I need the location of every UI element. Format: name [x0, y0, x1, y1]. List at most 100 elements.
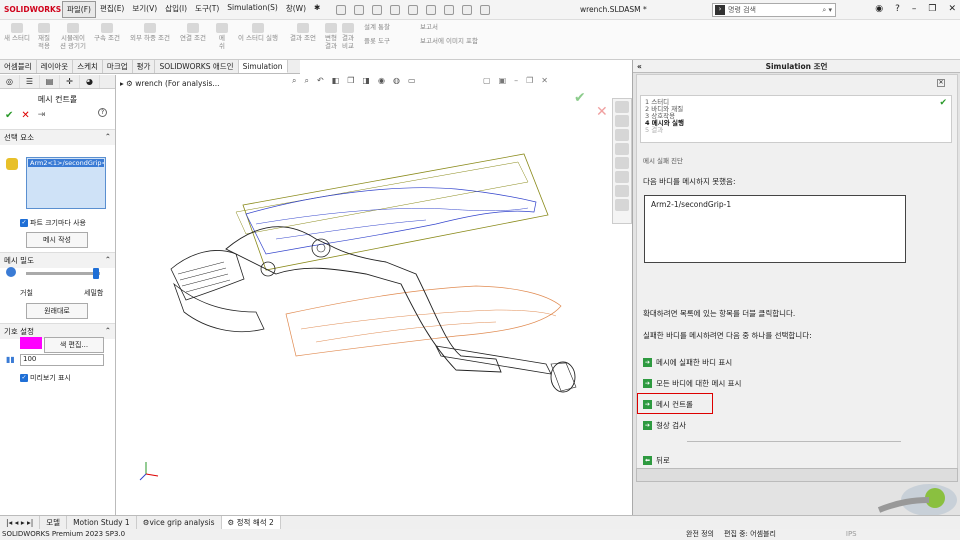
forum-tab-icon[interactable] [615, 199, 629, 211]
collapse-icon[interactable]: « [637, 60, 642, 73]
step-5[interactable]: 5 결과 [645, 127, 947, 134]
new-icon[interactable] [354, 4, 365, 15]
display-manager-icon[interactable]: ◕ [80, 75, 100, 88]
ribbon-results-advisor[interactable]: 결과 조언 [290, 23, 316, 42]
command-search[interactable]: › 명령 검색 ⌕ ▾ [712, 3, 836, 17]
undo-icon[interactable] [426, 4, 437, 15]
options-icon[interactable] [480, 4, 491, 15]
status-units[interactable]: IPS [846, 529, 857, 540]
close-icon[interactable]: ✕ [948, 4, 956, 14]
save-icon[interactable] [390, 4, 401, 15]
symbol-size-input[interactable]: 100 [20, 354, 104, 366]
help-icon[interactable]: ? [98, 108, 107, 117]
appearances-tab-icon[interactable] [615, 157, 629, 169]
failed-bodies-list[interactable]: Arm2-1/secondGrip-1 [644, 195, 906, 263]
configuration-manager-icon[interactable]: ▤ [40, 75, 60, 88]
reset-button[interactable]: 원래대로 [26, 303, 88, 319]
selected-body[interactable]: Arm2<1>/secondGrip<1> [28, 159, 104, 167]
pin-icon[interactable]: ✱ [310, 1, 324, 18]
home-icon[interactable] [336, 4, 347, 15]
tab-motion-study[interactable]: Motion Study 1 [67, 516, 137, 529]
tab-sketch[interactable]: 스케치 [73, 60, 103, 73]
step-4[interactable]: 4 메시와 실행 [645, 120, 947, 127]
menu-edit[interactable]: 편집(E) [96, 1, 128, 18]
option-show-failed-bodies[interactable]: ➔ 메시에 실패한 바디 표시 [643, 357, 732, 368]
ribbon-fixtures[interactable]: 구속 조건 [94, 23, 120, 42]
failed-body-item[interactable]: Arm2-1/secondGrip-1 [651, 200, 899, 209]
tab-evaluate[interactable]: 평가 [133, 60, 156, 73]
tab-nav-arrows[interactable]: |◂ ◂ ▸ ▸| [0, 516, 41, 529]
tab-layout[interactable]: 레이아웃 [37, 60, 74, 73]
wrench-model-view[interactable] [116, 74, 632, 516]
file-explorer-tab-icon[interactable] [615, 143, 629, 155]
rebuild-icon[interactable] [462, 4, 473, 15]
ribbon-apply-material[interactable]: 재질 적용 [38, 23, 50, 50]
selection-list[interactable]: Arm2<1>/secondGrip<1> [26, 157, 106, 209]
ribbon-simulation-advisor[interactable]: 시뮬레이 션 광기기 [60, 23, 86, 50]
home-tab-icon[interactable] [615, 101, 629, 113]
tab-assembly[interactable]: 어셈블리 [0, 60, 37, 73]
menu-simulation[interactable]: Simulation(S) [223, 1, 282, 18]
ribbon-connections[interactable]: 연결 조건 [180, 23, 206, 42]
option-mesh-control[interactable]: ➔ 메시 컨트롤 [637, 393, 713, 414]
tab-model[interactable]: 모델 [40, 516, 68, 529]
mesh-density-slider[interactable] [26, 268, 100, 279]
custom-properties-tab-icon[interactable] [615, 171, 629, 183]
select-icon[interactable] [444, 4, 455, 15]
ribbon-include-image[interactable]: 보고서에 이미지 포함 [420, 37, 478, 45]
ok-icon[interactable]: ✔ [5, 110, 13, 121]
ribbon-external-loads[interactable]: 외부 하중 조건 [130, 23, 170, 42]
slider-thumb[interactable] [92, 268, 99, 279]
tab-addins[interactable]: SOLIDWORKS 애드인 [155, 60, 239, 73]
ribbon-report[interactable]: 보고서 [420, 23, 438, 31]
open-icon[interactable] [372, 4, 383, 15]
ribbon-design-insight[interactable]: 설계 통찰 [364, 23, 390, 31]
selection-section-header[interactable]: 선택 요소 ⌃ [0, 129, 115, 145]
restore-icon[interactable]: ❐ [928, 4, 936, 14]
tab-simulation[interactable]: Simulation [238, 60, 288, 73]
cancel-icon[interactable]: ✕ [21, 110, 29, 121]
ribbon-plot-tools[interactable]: 플롯 도구 [364, 37, 390, 45]
menu-view[interactable]: 보기(V) [128, 1, 161, 18]
dimxpert-icon[interactable]: ✛ [60, 75, 80, 88]
simulation-advisor-pane: « Simulation 조언 ⚙⊡ ✕ 1 스터디 2 바디와 재질 3 상호… [632, 60, 960, 516]
tab-markup[interactable]: 마크업 [103, 60, 133, 73]
show-preview-checkbox[interactable]: ✓ 미리보기 표시 [20, 373, 71, 383]
menu-file[interactable]: 파일(F) [62, 1, 96, 18]
tab-vice-grip-analysis[interactable]: ⚙vice grip analysis [137, 516, 222, 529]
menu-window[interactable]: 창(W) [282, 1, 310, 18]
ribbon-run-study[interactable]: 이 스터디 실행 [238, 23, 278, 42]
use-per-part-checkbox[interactable]: ✓ 파트 크기마다 사용 [20, 218, 86, 228]
graphics-area[interactable]: ▸ ⚙ wrench (For analysis... ⌕ ⌕ ↶ ◧ ❒ ◨ … [116, 74, 632, 516]
adjust-knob [550, 361, 576, 393]
ribbon-deformed-result[interactable]: 변형 결과 [325, 23, 337, 50]
back-link[interactable]: ⬅ 뒤로 [643, 455, 670, 466]
search-icon[interactable]: ⌕ ▾ [822, 6, 832, 15]
create-mesh-button[interactable]: 메시 작성 [26, 232, 88, 248]
mesh-density-header[interactable]: 메시 밀도 ⌃ [0, 252, 115, 268]
simulation-advisor-tab-icon[interactable] [615, 185, 629, 197]
close-advisor-icon[interactable]: ✕ [937, 79, 945, 87]
step-2[interactable]: 2 바디와 재질 [645, 106, 947, 113]
ribbon-new-study[interactable]: 새 스터디 [4, 23, 30, 42]
feature-manager-icon[interactable]: ◎ [0, 75, 20, 88]
color-swatch[interactable] [20, 337, 42, 349]
minimize-icon[interactable]: – [912, 4, 917, 14]
step-1[interactable]: 1 스터디 [645, 99, 947, 106]
user-icon[interactable]: ◉ [875, 4, 883, 14]
print-icon[interactable] [408, 4, 419, 15]
pushpin-icon[interactable]: ⇥ [38, 110, 46, 121]
step-3[interactable]: 3 상호작용 [645, 113, 947, 120]
help-icon[interactable]: ? [895, 4, 900, 14]
ribbon-compare-results[interactable]: 결과 비교 [342, 23, 354, 50]
property-manager-icon[interactable]: ☰ [20, 75, 40, 88]
menu-tools[interactable]: 도구(T) [191, 1, 223, 18]
edit-color-button[interactable]: 색 편집... [44, 337, 104, 353]
option-show-all-mesh[interactable]: ➔ 모든 바디에 대한 메시 표시 [643, 378, 741, 389]
ribbon-mesh[interactable]: 메쉬 [216, 23, 228, 50]
option-geometry-check[interactable]: ➔ 형상 검사 [643, 420, 686, 431]
resources-tab-icon[interactable] [615, 115, 629, 127]
menu-insert[interactable]: 삽입(I) [161, 1, 191, 18]
tab-static-analysis-2[interactable]: ⚙ 정적 해석 2 [221, 516, 281, 529]
design-library-tab-icon[interactable] [615, 129, 629, 141]
